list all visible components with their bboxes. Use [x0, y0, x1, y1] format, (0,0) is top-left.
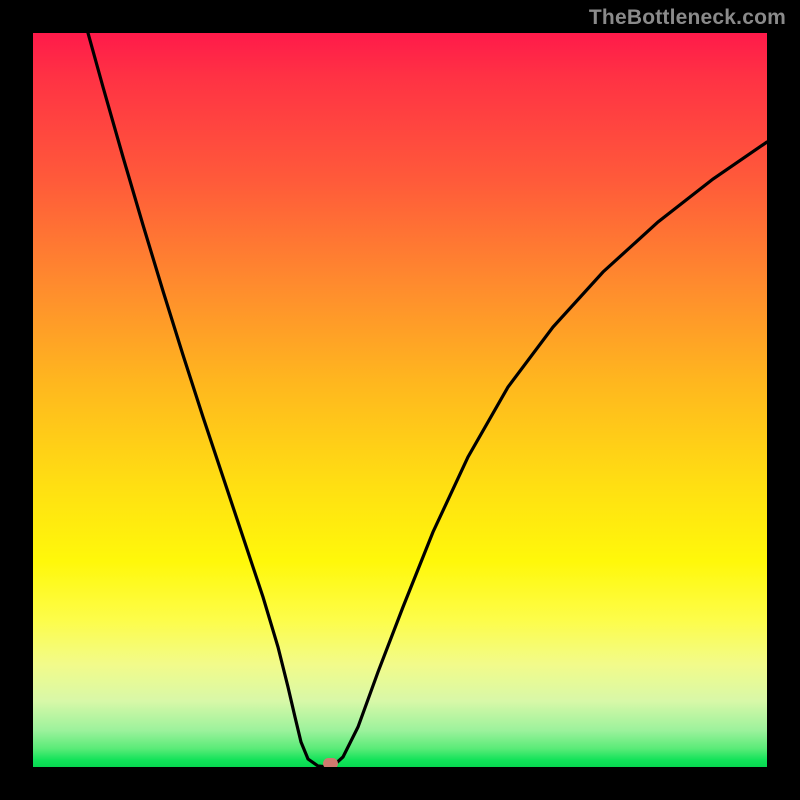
- plot-area: [33, 33, 767, 767]
- bottleneck-curve: [88, 33, 767, 767]
- watermark-text: TheBottleneck.com: [589, 6, 786, 30]
- chart-frame: TheBottleneck.com: [0, 0, 800, 800]
- curve-svg: [33, 33, 767, 767]
- optimal-point-marker: [323, 758, 338, 767]
